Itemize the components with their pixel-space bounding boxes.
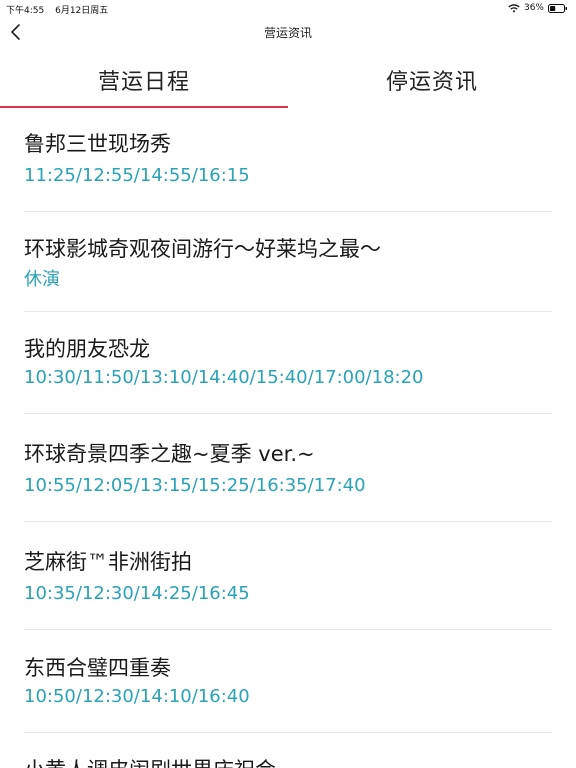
divider [24,413,552,414]
show-title: 鲁邦三世现场秀 [24,132,171,156]
show-title: 小黄人调皮闹剧世界庆祝会 [24,754,276,768]
wifi-icon [508,3,520,12]
tab-indicator [0,106,288,108]
tab-schedule[interactable]: 营运日程 [0,64,288,96]
show-times: 休演 [24,269,60,290]
battery-icon [548,3,567,13]
show-title: 芝麻街™非洲街拍 [24,550,192,574]
status-left: 下午4:55 6月12日周五 [6,3,108,16]
page-title: 营运资讯 [263,26,312,40]
status-bar: 下午4:55 6月12日周五 36% [0,0,576,16]
show-times: 10:30/11:50/13:10/14:40/15:40/17:00/18:2… [24,367,424,388]
tab-closures[interactable]: 停运资讯 [288,64,576,96]
app-screen: 下午4:55 6月12日周五 36% 营运资讯 营运日程 停运资讯 鲁邦三世现场… [0,0,576,768]
nav-bar: 营运资讯 [0,16,576,48]
show-times: 11:25/12:55/14:55/16:15 [24,165,250,186]
divider [24,521,552,522]
status-date: 6月12日周五 [55,6,109,16]
divider [24,629,552,630]
show-title: 东西合璧四重奏 [24,656,171,680]
show-times: 10:50/12:30/14:10/16:40 [24,686,250,707]
divider [24,211,552,212]
show-times: 10:35/12:30/14:25/16:45 [24,583,250,604]
show-title: 环球影城奇观夜间游行～好莱坞之最～ [24,237,381,261]
show-title: 我的朋友恐龙 [24,337,150,361]
divider [24,732,552,733]
show-title: 环球奇景四季之趣~夏季 ver.~ [24,442,315,466]
status-time: 下午4:55 [6,6,45,16]
status-right: 36% [508,3,568,13]
battery-percent: 36% [523,3,544,13]
tab-bar: 营运日程 停运资讯 [0,54,576,108]
show-times: 10:55/12:05/13:15/15:25/16:35/17:40 [24,475,366,496]
divider [24,311,552,312]
